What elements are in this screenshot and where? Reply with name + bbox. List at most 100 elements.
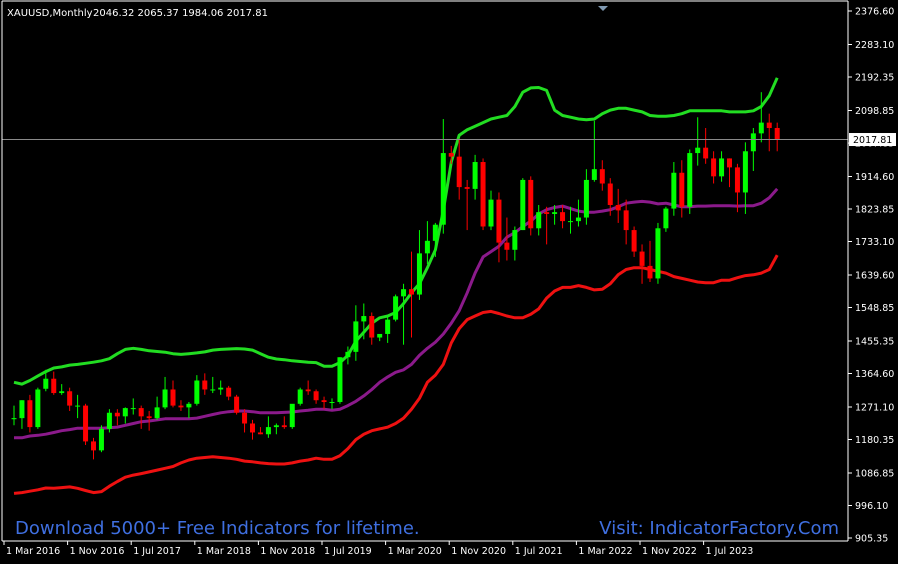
- candle-body: [639, 251, 645, 266]
- candle-body: [472, 162, 478, 189]
- candle-body: [329, 402, 335, 404]
- candle-body: [520, 179, 526, 231]
- candle-body: [234, 396, 240, 413]
- price-tick-label: 1180.35: [855, 435, 894, 446]
- candle-body: [687, 153, 693, 207]
- candle-body: [623, 210, 629, 231]
- candle-body: [599, 169, 605, 184]
- candle-body: [711, 158, 717, 177]
- candle: [520, 178, 526, 231]
- price-tick-label: 2376.60: [855, 7, 894, 18]
- candle-body: [281, 425, 287, 428]
- chart-symbol-title: XAUUSD,Monthly: [7, 8, 93, 19]
- candle-body: [305, 389, 311, 392]
- candle: [480, 158, 486, 231]
- time-tick-label: 1 Nov 2020: [451, 546, 506, 557]
- price-tick-label: 1455.35: [855, 336, 894, 347]
- price-tick-label: 1639.60: [855, 270, 894, 281]
- candle-body: [257, 432, 263, 435]
- candle-body: [210, 389, 216, 391]
- candle-body: [734, 167, 740, 193]
- time-tick-label: 1 Nov 2018: [260, 546, 315, 557]
- candle-body: [671, 172, 677, 209]
- candle-body: [122, 408, 128, 417]
- candle-body: [679, 172, 685, 207]
- candle-body: [528, 179, 534, 229]
- candle-body: [19, 400, 25, 419]
- candle-body: [432, 224, 438, 241]
- candle-body: [583, 179, 589, 218]
- candle-body: [401, 289, 407, 297]
- price-tick-label: 1733.10: [855, 237, 894, 248]
- candle-body: [265, 427, 271, 435]
- time-tick-label: 1 Jul 2023: [706, 546, 754, 557]
- price-tick-label: 2098.85: [855, 106, 894, 117]
- candle-body: [353, 321, 359, 352]
- time-tick-label: 1 Nov 2022: [642, 546, 697, 557]
- candle-body: [130, 408, 136, 410]
- candle-body: [536, 212, 542, 229]
- candle-body: [98, 428, 104, 451]
- price-tick-label: 1364.60: [855, 369, 894, 380]
- candle-body: [663, 208, 669, 229]
- candle: [337, 357, 343, 404]
- candle-body: [154, 407, 160, 419]
- candle: [528, 176, 534, 236]
- price-tick-label: 2283.10: [855, 40, 894, 51]
- candle-body: [59, 391, 65, 394]
- candle: [393, 294, 399, 322]
- candle-body: [774, 127, 780, 140]
- price-tick-label: 1548.85: [855, 303, 894, 314]
- time-tick-label: 1 Mar 2022: [578, 546, 632, 557]
- time-tick-label: 1 Jul 2019: [324, 546, 372, 557]
- candle-body: [114, 412, 120, 417]
- candle-body: [464, 187, 470, 189]
- candle-body: [448, 153, 454, 157]
- price-tick-label: 1086.85: [855, 468, 894, 479]
- price-chart[interactable]: 2376.602283.102192.352098.852007.851914.…: [0, 0, 898, 564]
- ohlc-values: 2046.32 2065.37 1984.06 2017.81: [93, 8, 268, 19]
- candle-body: [631, 230, 637, 252]
- candle-body: [575, 217, 581, 222]
- candle-body: [250, 423, 255, 433]
- candle-body: [202, 380, 208, 390]
- candle-body: [91, 441, 96, 451]
- candle-body: [313, 391, 319, 401]
- time-tick-label: 1 Mar 2020: [388, 546, 442, 557]
- candle-body: [369, 316, 375, 338]
- candle-body: [162, 389, 168, 408]
- candle-body: [67, 391, 73, 406]
- candle-body: [647, 265, 653, 279]
- candle-body: [27, 400, 33, 428]
- candle-body: [409, 289, 414, 295]
- candle-body: [43, 378, 49, 389]
- candle-body: [289, 403, 295, 428]
- price-tick-label: 2192.35: [855, 72, 894, 83]
- candle-body: [170, 389, 176, 406]
- candle-body: [655, 228, 661, 279]
- price-tick-label: 996.10: [855, 501, 888, 512]
- candle-body: [607, 183, 613, 206]
- candle-body: [321, 400, 327, 403]
- watermark-download: Download 5000+ Free Indicators for lifet…: [15, 518, 420, 539]
- candle-body: [194, 380, 200, 404]
- price-tick-label: 1271.10: [855, 402, 894, 413]
- time-tick-label: 1 Nov 2016: [70, 546, 125, 557]
- candle-body: [742, 151, 748, 193]
- candle-body: [11, 418, 17, 420]
- candle-body: [695, 147, 701, 154]
- candle: [663, 206, 669, 232]
- candle-body: [75, 405, 81, 407]
- candle-body: [719, 158, 725, 177]
- candle-body: [138, 408, 144, 417]
- candle-body: [226, 387, 232, 397]
- candle-body: [51, 378, 57, 394]
- candle-body: [544, 212, 550, 214]
- candle: [297, 387, 303, 406]
- candle-body: [361, 316, 367, 322]
- candle-body: [496, 199, 502, 243]
- candle-body: [488, 199, 494, 227]
- candle-body: [393, 296, 399, 320]
- candle-body: [345, 351, 351, 358]
- chart-background: [0, 0, 898, 564]
